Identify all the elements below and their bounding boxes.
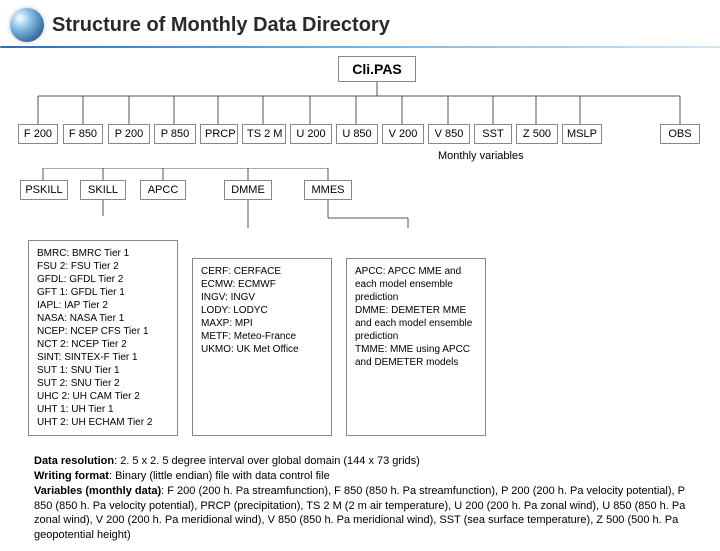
var-p200: P 200 [108, 124, 150, 144]
li: NCT 2: NCEP Tier 2 [37, 338, 169, 351]
note-text: : 2. 5 x 2. 5 degree interval over globa… [114, 455, 420, 467]
li: BMRC: BMRC Tier 1 [37, 247, 169, 260]
tree-top: Cli.PAS F 200 F 850 P 200 P 850 PRCP TS … [8, 56, 712, 166]
li: CERF: CERFACE [201, 265, 323, 278]
li: NASA: NASA Tier 1 [37, 312, 169, 325]
li: LODY: LODYC [201, 304, 323, 317]
li: APCC: APCC MME and each model ensemble p… [355, 265, 477, 304]
li: GFT 1: GFDL Tier 1 [37, 286, 169, 299]
var-u200: U 200 [290, 124, 332, 144]
li: SINT: SINTEX-F Tier 1 [37, 351, 169, 364]
note-line-3: Variables (monthly data): F 200 (200 h. … [34, 484, 702, 543]
note-label: Data resolution [34, 455, 114, 467]
sec-pskill: PSKILL [20, 180, 68, 200]
li: UHT 1: UH Tier 1 [37, 403, 169, 416]
notes: Data resolution: 2. 5 x 2. 5 degree inte… [34, 454, 702, 543]
note-label: Variables (monthly data) [34, 485, 161, 497]
box-models-demeter: CERF: CERFACE ECMW: ECMWF INGV: INGV LOD… [192, 258, 332, 436]
obs-node: OBS [660, 124, 700, 144]
var-v850: V 850 [428, 124, 470, 144]
var-p850: P 850 [154, 124, 196, 144]
sec-mmes: MMES [304, 180, 352, 200]
var-u850: U 850 [336, 124, 378, 144]
li: SUT 1: SNU Tier 1 [37, 364, 169, 377]
header: Structure of Monthly Data Directory [0, 0, 720, 46]
var-mslp: MSLP [562, 124, 602, 144]
var-v200: V 200 [382, 124, 424, 144]
li: UHC 2: UH CAM Tier 2 [37, 390, 169, 403]
li: IAPL: IAP Tier 2 [37, 299, 169, 312]
note-line-1: Data resolution: 2. 5 x 2. 5 degree inte… [34, 454, 702, 469]
var-f200: F 200 [18, 124, 58, 144]
title-underline [0, 46, 720, 48]
sec-apcc: APCC [140, 180, 186, 200]
page-title: Structure of Monthly Data Directory [52, 14, 390, 37]
li: METF: Meteo-France [201, 330, 323, 343]
li: FSU 2: FSU Tier 2 [37, 260, 169, 273]
root-node: Cli.PAS [338, 56, 416, 82]
sec-dmme: DMME [224, 180, 272, 200]
var-f850: F 850 [63, 124, 103, 144]
li: UKMO: UK Met Office [201, 343, 323, 356]
var-z500: Z 500 [516, 124, 558, 144]
note-line-2: Writing format: Binary (little endian) f… [34, 469, 702, 484]
description-row: BMRC: BMRC Tier 1 FSU 2: FSU Tier 2 GFDL… [28, 240, 712, 436]
note-text: : Binary (little endian) file with data … [109, 470, 330, 482]
monthly-variables-label: Monthly variables [438, 150, 524, 162]
tree-second: PSKILL SKILL APCC DMME MMES [8, 168, 712, 204]
li: MAXP: MPI [201, 317, 323, 330]
li: SUT 2: SNU Tier 2 [37, 377, 169, 390]
var-ts2m: TS 2 M [242, 124, 286, 144]
note-label: Writing format [34, 470, 109, 482]
sec-skill: SKILL [80, 180, 126, 200]
li: ECMW: ECMWF [201, 278, 323, 291]
var-prcp: PRCP [200, 124, 238, 144]
li: TMME: MME using APCC and DEMETER models [355, 343, 477, 369]
li: INGV: INGV [201, 291, 323, 304]
slide-content: Cli.PAS F 200 F 850 P 200 P 850 PRCP TS … [0, 56, 720, 551]
box-mme-defs: APCC: APCC MME and each model ensemble p… [346, 258, 486, 436]
li: UHT 2: UH ECHAM Tier 2 [37, 416, 169, 429]
li: DMME: DEMETER MME and each model ensembl… [355, 304, 477, 343]
var-sst: SST [474, 124, 512, 144]
globe-icon [10, 8, 44, 42]
box-models-apcc: BMRC: BMRC Tier 1 FSU 2: FSU Tier 2 GFDL… [28, 240, 178, 436]
li: NCEP: NCEP CFS Tier 1 [37, 325, 169, 338]
li: GFDL: GFDL Tier 2 [37, 273, 169, 286]
